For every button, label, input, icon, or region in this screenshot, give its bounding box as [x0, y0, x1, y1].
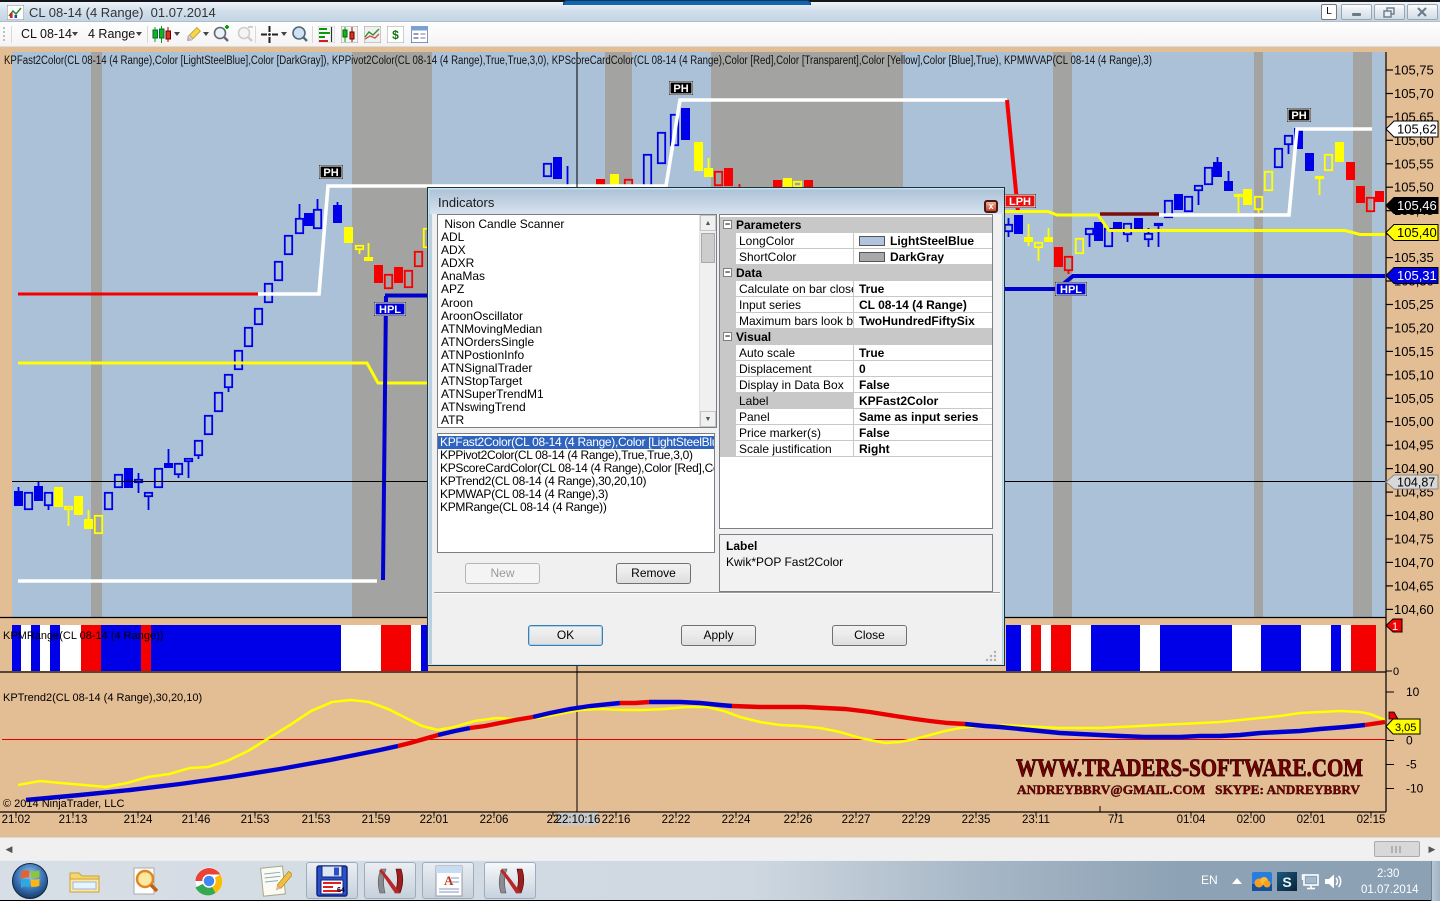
svg-text:105,40: 105,40 — [1397, 225, 1437, 240]
svg-text:105,50: 105,50 — [1394, 180, 1434, 195]
svg-text:LPH: LPH — [1009, 196, 1031, 208]
svg-text:0: 0 — [1393, 666, 1399, 678]
svg-text:105,25: 105,25 — [1394, 297, 1434, 312]
svg-text:-5: -5 — [1406, 758, 1417, 772]
svg-text:104,80: 104,80 — [1394, 508, 1434, 523]
svg-text:HPL: HPL — [379, 304, 401, 316]
svg-text:105,15: 105,15 — [1394, 344, 1434, 359]
svg-text:105,31: 105,31 — [1397, 268, 1437, 283]
svg-text:HPL: HPL — [1060, 284, 1082, 296]
svg-text:22:10:16: 22:10:16 — [556, 814, 601, 826]
svg-text:KPTrend2(CL 08-14 (4 Range),30: KPTrend2(CL 08-14 (4 Range),30,20,10) — [3, 692, 202, 704]
svg-text:104,70: 104,70 — [1394, 555, 1434, 570]
svg-text:3,05: 3,05 — [1395, 722, 1416, 734]
svg-text:105,05: 105,05 — [1394, 391, 1434, 406]
svg-text:105,55: 105,55 — [1394, 156, 1434, 171]
svg-text:104,60: 104,60 — [1394, 602, 1434, 617]
svg-text:105,70: 105,70 — [1394, 86, 1434, 101]
svg-text:0: 0 — [1406, 734, 1413, 748]
svg-text:KPMRange(CL 08-14 (4 Range)): KPMRange(CL 08-14 (4 Range)) — [3, 630, 163, 642]
svg-text:64: 64 — [337, 887, 345, 894]
svg-text:105,35: 105,35 — [1394, 250, 1434, 265]
svg-text:105,00: 105,00 — [1394, 414, 1434, 429]
svg-text:104,90: 104,90 — [1394, 461, 1434, 476]
svg-text:PH: PH — [673, 83, 688, 95]
svg-text:KPFast2Color(CL 08-14 (4 Range: KPFast2Color(CL 08-14 (4 Range),Color [L… — [4, 55, 1152, 67]
svg-text:104,75: 104,75 — [1394, 532, 1434, 547]
svg-text:WWW.TRADERS-SOFTWARE.COM: WWW.TRADERS-SOFTWARE.COM — [1016, 755, 1363, 782]
svg-text:PH: PH — [323, 167, 338, 179]
svg-text:105,62: 105,62 — [1397, 122, 1437, 137]
svg-text:104,95: 104,95 — [1394, 438, 1434, 453]
svg-text:104,87: 104,87 — [1397, 476, 1435, 490]
svg-text:104,65: 104,65 — [1394, 578, 1434, 593]
svg-text:105,46: 105,46 — [1397, 198, 1437, 213]
svg-text:105,20: 105,20 — [1394, 320, 1434, 335]
svg-text:A: A — [444, 873, 454, 888]
svg-text:S: S — [1282, 874, 1291, 890]
svg-text:105,10: 105,10 — [1394, 367, 1434, 382]
svg-text:10: 10 — [1406, 685, 1420, 699]
svg-text:ANDREYBBRV@GMAIL.COM SKYPE:: ANDREYBBRV@GMAIL.COM SKYPE: ANDREYBBRV — [1017, 782, 1361, 797]
svg-text:1: 1 — [1392, 621, 1398, 633]
svg-text:-10: -10 — [1406, 782, 1424, 796]
svg-text:105,75: 105,75 — [1394, 63, 1434, 78]
svg-text:PH: PH — [1291, 110, 1306, 122]
svg-text:© 2014 NinjaTrader, LLC: © 2014 NinjaTrader, LLC — [3, 798, 124, 810]
